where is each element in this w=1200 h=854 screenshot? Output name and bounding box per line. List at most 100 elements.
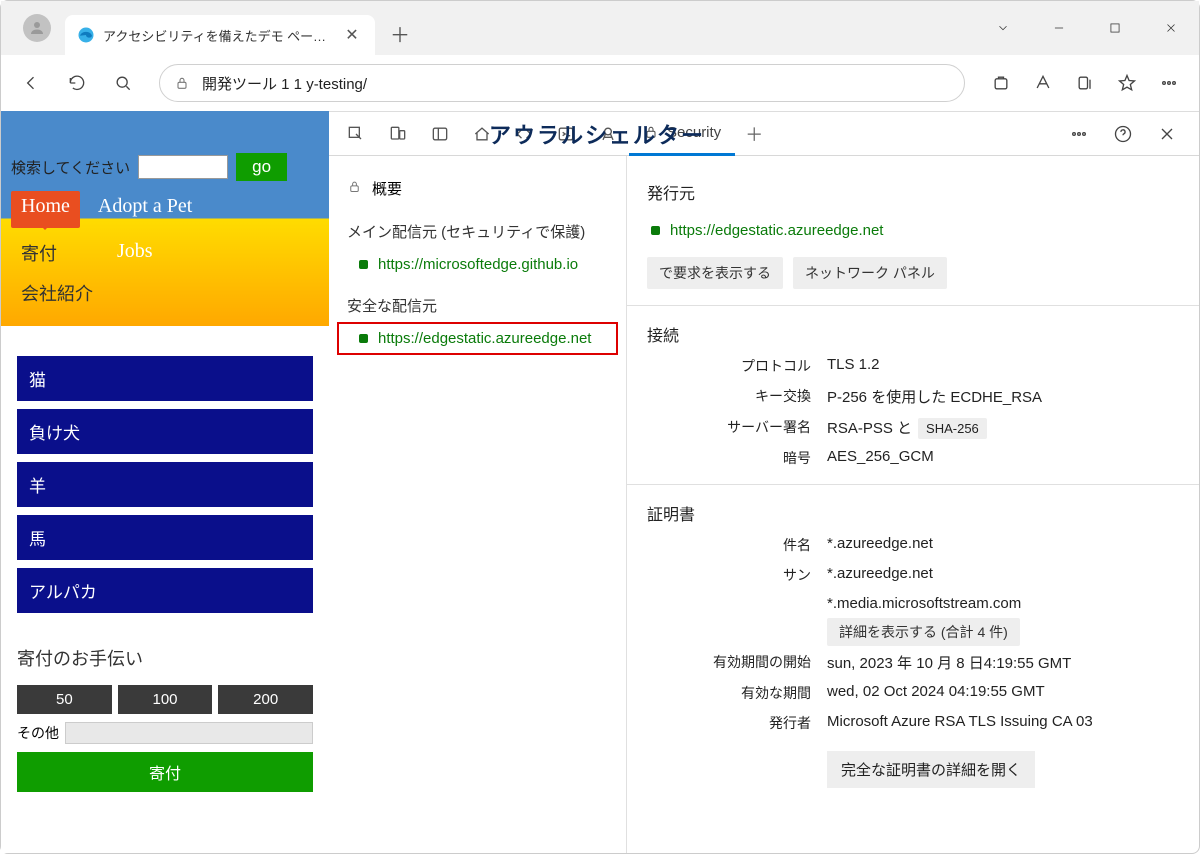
favorite-icon[interactable] <box>1107 63 1147 103</box>
nav-about[interactable]: 会社紹介 <box>21 280 319 306</box>
secure-indicator-icon <box>651 226 660 235</box>
valid-from-label: 有効期間の開始 <box>647 652 827 673</box>
add-tab-button[interactable]: ＋ <box>735 121 773 147</box>
search-input[interactable] <box>138 155 228 179</box>
donate-section: 寄付のお手伝い 50 100 200 その他 寄付 <box>1 631 329 806</box>
category-list: 猫 負け犬 羊 馬 アルパカ <box>1 326 329 631</box>
network-panel-button[interactable]: ネットワーク パネル <box>793 257 947 289</box>
sources-tab-icon[interactable] <box>587 112 629 156</box>
san-value-2: *.media.microsoftstream.com <box>827 595 1179 612</box>
refresh-button[interactable] <box>57 63 97 103</box>
secure-indicator-icon <box>359 260 368 269</box>
donate-amount[interactable]: 50 <box>17 685 112 714</box>
donate-submit-button[interactable]: 寄付 <box>17 752 313 792</box>
read-aloud-icon[interactable] <box>1023 63 1063 103</box>
welcome-tab-icon[interactable] <box>461 112 503 156</box>
window-dropdown[interactable] <box>975 8 1031 48</box>
console-tab-icon[interactable] <box>545 112 587 156</box>
inspect-icon[interactable] <box>335 112 377 156</box>
new-tab-button[interactable]: ＋ <box>381 14 419 52</box>
nav-donate[interactable]: 寄付 <box>21 240 57 266</box>
cert-issuer-value: Microsoft Azure RSA TLS Issuing CA 03 <box>827 713 1179 733</box>
minimize-button[interactable] <box>1031 8 1087 48</box>
devtools-more-button[interactable] <box>1059 114 1099 154</box>
san-label: サン <box>647 565 827 585</box>
devtools-close-button[interactable] <box>1147 114 1187 154</box>
devtools-tabbar: Security ＋ アウラルシェルター <box>329 112 1199 156</box>
donate-amount[interactable]: 200 <box>218 685 313 714</box>
donate-other-label: その他 <box>17 723 59 743</box>
maximize-button[interactable] <box>1087 8 1143 48</box>
connection-heading: 接続 <box>647 322 1179 346</box>
secure-indicator-icon <box>359 334 368 343</box>
show-more-san-button[interactable]: 詳細を表示する (合計 4 件) <box>827 618 1020 646</box>
origin-item-selected[interactable]: https://edgestatic.azureedge.net <box>337 322 618 355</box>
subject-label: 件名 <box>647 535 827 555</box>
valid-from-value: sun, 2023 年 10 月 8 日4:19:55 GMT <box>827 652 1179 673</box>
security-tab[interactable]: Security <box>629 112 735 156</box>
panel-icon[interactable] <box>419 112 461 156</box>
more-menu-button[interactable] <box>1149 63 1189 103</box>
cert-issuer-label: 発行者 <box>647 713 827 733</box>
list-item[interactable]: アルパカ <box>17 568 313 613</box>
issuer-heading: 発行元 <box>647 180 1179 204</box>
list-item[interactable]: 猫 <box>17 356 313 401</box>
elements-tab-icon[interactable] <box>503 112 545 156</box>
protocol-label: プロトコル <box>647 356 827 376</box>
address-bar[interactable]: 開発ツール 1 1 y-testing/ <box>159 64 965 102</box>
content-area: 検索してください go Home Adopt a Pet 寄付 Jobs 会社紹… <box>1 111 1199 853</box>
close-window-button[interactable] <box>1143 8 1199 48</box>
address-text: 開発ツール 1 1 y-testing/ <box>202 73 367 94</box>
origin-item-main[interactable]: https://microsoftedge.github.io <box>329 248 626 281</box>
devtools-body: 概要 メイン配信元 (セキュリティで保護) https://microsofte… <box>329 156 1199 853</box>
security-origin-list: 概要 メイン配信元 (セキュリティで保護) https://microsofte… <box>329 156 627 853</box>
donate-amount[interactable]: 100 <box>118 685 213 714</box>
server-signature-label: サーバー署名 <box>647 417 827 438</box>
open-certificate-button[interactable]: 完全な証明書の詳細を開く <box>827 751 1035 788</box>
cipher-label: 暗号 <box>647 448 827 468</box>
valid-to-label: 有効な期間 <box>647 683 827 703</box>
origin-url: https://edgestatic.azureedge.net <box>378 330 591 347</box>
subject-value: *.azureedge.net <box>827 535 1179 555</box>
search-button[interactable] <box>103 63 143 103</box>
server-signature-value: RSA-PSS とSHA-256 <box>827 417 1179 438</box>
browser-tab[interactable]: アクセシビリティを備えたデモ ページは、 ✕ <box>65 15 375 55</box>
list-item[interactable]: 負け犬 <box>17 409 313 454</box>
show-requests-button[interactable]: で要求を表示する <box>647 257 783 289</box>
issuer-origin: https://edgestatic.azureedge.net <box>670 222 883 239</box>
donate-heading: 寄付のお手伝い <box>17 645 313 671</box>
go-button[interactable]: go <box>236 153 287 181</box>
app-icon[interactable] <box>981 63 1021 103</box>
safe-origin-heading: 安全な配信元 <box>329 281 626 322</box>
demo-page: 検索してください go Home Adopt a Pet 寄付 Jobs 会社紹… <box>1 111 329 853</box>
collections-icon[interactable] <box>1065 63 1105 103</box>
security-details: 発行元 https://edgestatic.azureedge.net で要求… <box>627 156 1199 853</box>
san-value: *.azureedge.net <box>827 565 1179 585</box>
tab-close-button[interactable]: ✕ <box>341 24 363 46</box>
lock-icon <box>347 179 362 198</box>
browser-toolbar: 開発ツール 1 1 y-testing/ <box>1 55 1199 111</box>
list-item[interactable]: 馬 <box>17 515 313 560</box>
page-banner: 検索してください go Home Adopt a Pet 寄付 Jobs 会社紹… <box>1 111 329 326</box>
nav-jobs[interactable]: Jobs <box>117 240 153 266</box>
edge-icon <box>77 26 95 44</box>
back-button[interactable] <box>11 63 51 103</box>
donate-other-input[interactable] <box>65 722 313 744</box>
device-icon[interactable] <box>377 112 419 156</box>
devtools-help-button[interactable] <box>1103 114 1143 154</box>
window-controls <box>975 8 1199 48</box>
nav-adopt[interactable]: Adopt a Pet <box>98 191 192 228</box>
key-exchange-value: P-256 を使用した ECDHE_RSA <box>827 386 1179 407</box>
overview-label[interactable]: 概要 <box>372 178 402 199</box>
devtools-panel: Security ＋ アウラルシェルター 概要 メイン配信元 (セキュリティで保… <box>329 111 1199 853</box>
nav-home[interactable]: Home <box>11 191 80 228</box>
tab-title: アクセシビリティを備えたデモ ページは、 <box>103 26 335 45</box>
certificate-heading: 証明書 <box>647 501 1179 525</box>
protocol-value: TLS 1.2 <box>827 356 1179 376</box>
origin-url: https://microsoftedge.github.io <box>378 256 578 273</box>
valid-to-value: wed, 02 Oct 2024 04:19:55 GMT <box>827 683 1179 703</box>
main-origin-heading: メイン配信元 (セキュリティで保護) <box>329 207 626 248</box>
profile-avatar[interactable] <box>23 14 51 42</box>
titlebar: アクセシビリティを備えたデモ ページは、 ✕ ＋ <box>1 1 1199 55</box>
list-item[interactable]: 羊 <box>17 462 313 507</box>
